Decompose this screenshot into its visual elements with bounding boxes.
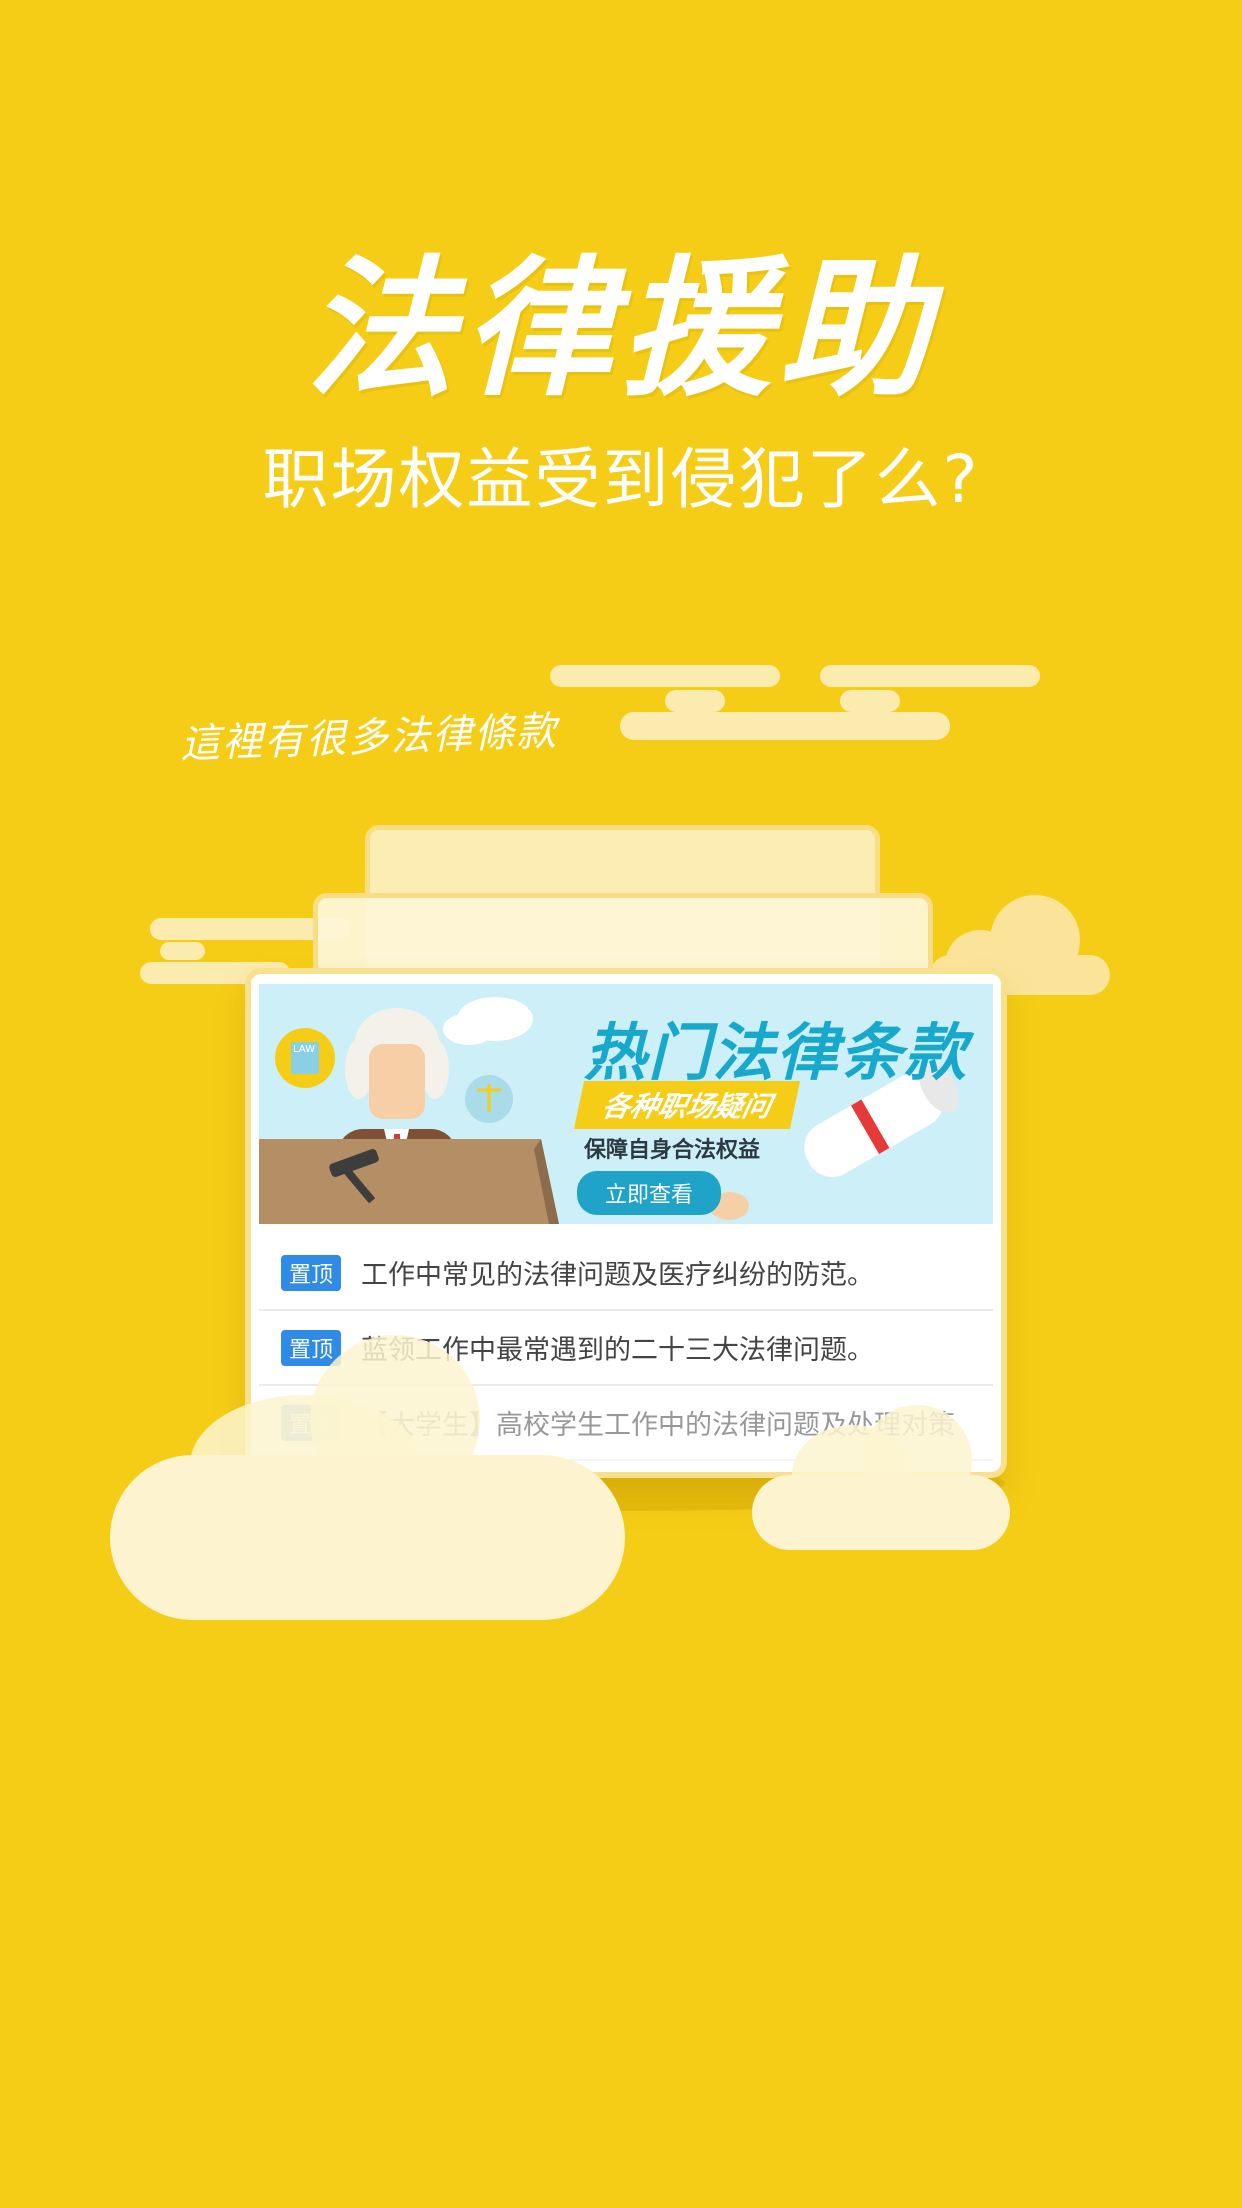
page-title: 法律援助	[304, 243, 937, 417]
cloud-stripe-decoration	[160, 942, 205, 960]
pinned-badge: 置顶	[281, 1254, 342, 1291]
banner-description: 保障自身合法权益	[584, 1138, 761, 1163]
cloud-stripe-decoration	[620, 712, 950, 740]
page-subtitle: 职场权益受到侵犯了么?	[262, 441, 980, 518]
cloud-decoration	[752, 1405, 1010, 1550]
handwritten-tagline: 這裡有很多法律條款	[179, 708, 559, 768]
view-now-button[interactable]: 立即查看	[577, 1171, 722, 1215]
cloud-decoration	[110, 1335, 625, 1620]
cloud-stripe-decoration	[550, 665, 780, 687]
list-item[interactable]: 置顶 工作中常见的法律问题及医疗纠纷的防范。	[259, 1236, 993, 1311]
cloud-stripe-decoration	[840, 690, 900, 712]
cloud-stripe-decoration	[665, 690, 725, 712]
banner-tag: 各种职场疑问	[573, 1081, 801, 1129]
banner-title: 热门法律条款	[584, 1016, 969, 1089]
legal-banner[interactable]: LAW 热门法律条款 各种职场疑问 保障自身合法权益 立即查看	[259, 984, 993, 1224]
law-label: LAW	[293, 1044, 315, 1055]
list-item-title: 工作中常见的法律问题及医疗纠纷的防范。	[361, 1260, 875, 1291]
cloud-stripe-decoration	[820, 665, 1040, 687]
